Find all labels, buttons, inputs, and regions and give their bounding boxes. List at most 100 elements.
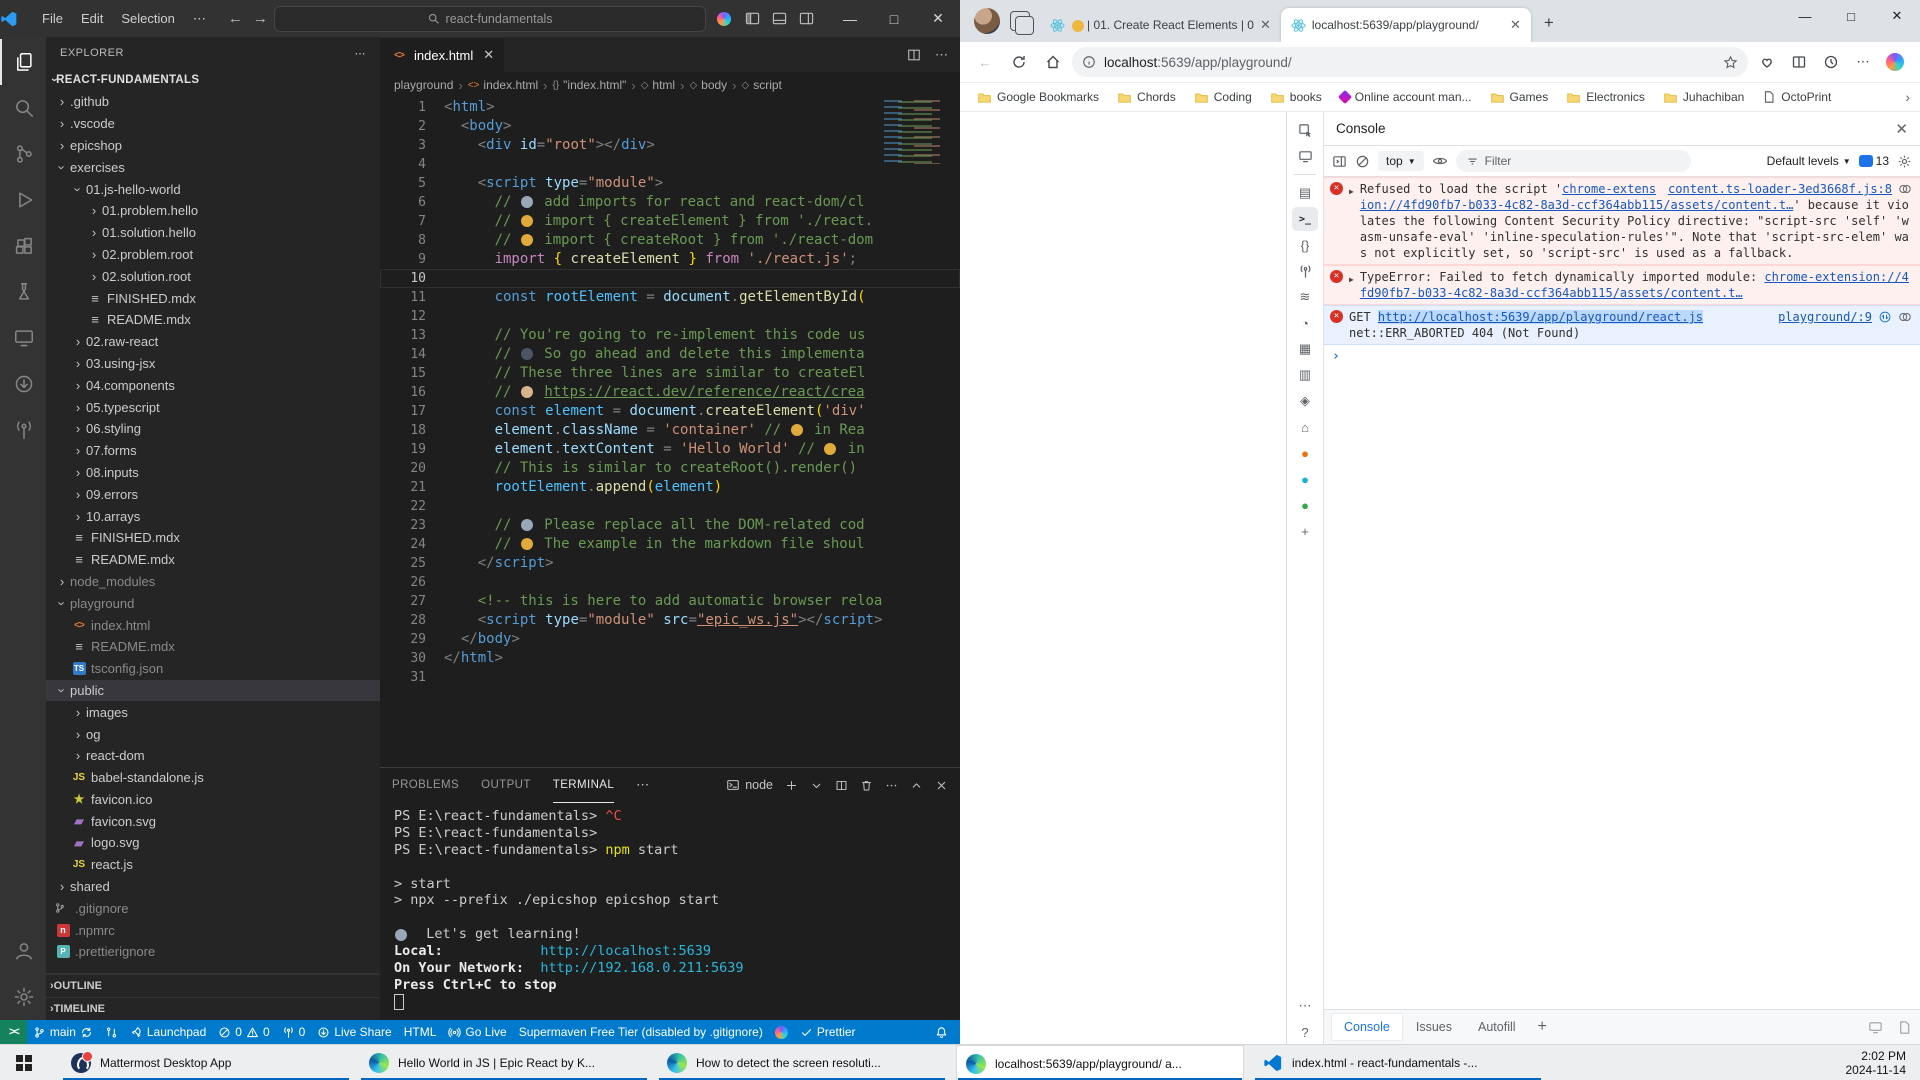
- bookmarks-overflow-icon[interactable]: ›: [1905, 89, 1910, 105]
- explorer-more-icon[interactable]: ⋯: [355, 47, 367, 60]
- tree-item-03.using-jsx[interactable]: 03.using-jsx: [46, 353, 380, 375]
- code-line-4[interactable]: 4: [380, 155, 960, 174]
- statusbar-gitlens-launchpad[interactable]: [99, 1020, 124, 1044]
- browser-back-icon[interactable]: ←: [970, 47, 1000, 77]
- panel-tab-output[interactable]: OUTPUT: [481, 768, 531, 803]
- console-settings-icon[interactable]: [1897, 154, 1912, 169]
- breadcrumb-item[interactable]: ◇script: [742, 78, 782, 92]
- tree-item-favicon.svg[interactable]: ▰favicon.svg: [46, 810, 380, 832]
- tree-item-02.solution.root[interactable]: 02.solution.root: [46, 265, 380, 287]
- log-levels-dropdown[interactable]: Default levels ▼: [1767, 154, 1851, 168]
- console-link[interactable]: http://localhost:5639/app/playground/rea…: [1378, 310, 1703, 324]
- address-bar[interactable]: localhost:5639/app/playground/: [1072, 47, 1748, 77]
- workspaces-icon[interactable]: [1010, 11, 1030, 31]
- terminal[interactable]: PS E:\react-fundamentals> ^CPS E:\react-…: [380, 802, 960, 1020]
- tree-item-images[interactable]: images: [46, 701, 380, 723]
- tree-item-06.styling[interactable]: 06.styling: [46, 418, 380, 440]
- copilot-icon[interactable]: [1880, 47, 1910, 77]
- code-editor[interactable]: 1<html>2 <body>3 <div id="root"></div>45…: [380, 98, 960, 767]
- statusbar-launchpad[interactable]: Launchpad: [124, 1020, 212, 1044]
- live-share-icon[interactable]: [0, 361, 46, 407]
- devtools-more-tools-icon[interactable]: ⋯: [1292, 994, 1318, 1018]
- browser-minimize-button[interactable]: —: [1782, 0, 1828, 32]
- expand-triangle-icon[interactable]: ▶: [1349, 184, 1354, 261]
- tree-item-.npmrc[interactable]: n.npmrc: [46, 919, 380, 941]
- code-line-30[interactable]: 30</html>: [380, 649, 960, 668]
- toggle-panel-icon[interactable]: [772, 11, 787, 26]
- terminal-dropdown-icon[interactable]: [810, 779, 823, 792]
- request-info-icon[interactable]: [1878, 310, 1892, 324]
- tree-item-01.problem.hello[interactable]: 01.problem.hello: [46, 200, 380, 222]
- section-timeline[interactable]: TIMELINE: [46, 997, 380, 1020]
- tree-item-07.forms[interactable]: 07.forms: [46, 440, 380, 462]
- menu-selection[interactable]: Selection: [113, 7, 182, 31]
- bookmark-octoprint[interactable]: OctoPrint: [1755, 87, 1838, 107]
- close-tab-icon[interactable]: ✕: [1510, 17, 1521, 33]
- code-line-13[interactable]: 13 // You're going to re-implement this …: [380, 326, 960, 345]
- code-line-6[interactable]: 6 // 🐨 add imports for react and react-d…: [380, 193, 960, 212]
- statusbar-ports[interactable]: 0: [276, 1020, 312, 1044]
- devtools-help-icon[interactable]: ?: [1292, 1020, 1318, 1044]
- source-link[interactable]: playground/:9: [1778, 309, 1872, 325]
- tree-item-favicon.ico[interactable]: ★favicon.ico: [46, 789, 380, 811]
- code-line-2[interactable]: 2 <body>: [380, 117, 960, 136]
- profile-avatar[interactable]: [974, 8, 1000, 34]
- vscode-close-button[interactable]: ✕: [916, 0, 960, 37]
- tree-item-01.js-hello-world[interactable]: 01.js-hello-world: [46, 178, 380, 200]
- tree-item-tsconfig.json[interactable]: TStsconfig.json: [46, 658, 380, 680]
- close-tab-icon[interactable]: ✕: [483, 47, 494, 63]
- tree-item-02.problem.root[interactable]: 02.problem.root: [46, 244, 380, 266]
- statusbar-language-mode[interactable]: HTML: [398, 1020, 443, 1044]
- explain-ai-icon[interactable]: [1898, 182, 1912, 196]
- toggle-sidebar-icon[interactable]: [745, 11, 760, 26]
- menu-edit[interactable]: Edit: [73, 7, 111, 31]
- devtools-console-icon[interactable]: >_: [1292, 207, 1318, 231]
- code-line-23[interactable]: 23 // 🐨 Please replace all the DOM-relat…: [380, 516, 960, 535]
- explorer-icon[interactable]: [0, 39, 46, 85]
- bookmark-chords[interactable]: Chords: [1110, 87, 1183, 108]
- split-editor-icon[interactable]: [907, 48, 921, 62]
- source-control-icon[interactable]: [0, 131, 46, 177]
- devtools-add-panel-icon[interactable]: +: [1292, 519, 1318, 543]
- search-icon[interactable]: [0, 85, 46, 131]
- code-line-21[interactable]: 21 rootElement.append(element): [380, 478, 960, 497]
- section-outline[interactable]: OUTLINE: [46, 974, 380, 997]
- bookmark-online-account-man-[interactable]: Online account man...: [1333, 87, 1479, 107]
- live-expression-icon[interactable]: [1432, 153, 1448, 169]
- browser-home-icon[interactable]: [1038, 47, 1068, 77]
- explorer-root-folder[interactable]: REACT-FUNDAMENTALS: [46, 69, 380, 91]
- devtools-application-icon[interactable]: ▥: [1292, 363, 1318, 387]
- context-selector[interactable]: top ▼: [1378, 151, 1424, 171]
- devtools-elements-icon[interactable]: ▤: [1292, 181, 1318, 205]
- start-button[interactable]: [0, 1045, 48, 1080]
- console-filter-input[interactable]: Filter: [1456, 150, 1691, 172]
- code-line-14[interactable]: 14 // 💣 So go ahead and delete this impl…: [380, 345, 960, 364]
- toggle-secondary-sidebar-icon[interactable]: [799, 11, 814, 26]
- tree-item-playground[interactable]: playground: [46, 592, 380, 614]
- tab-index-html[interactable]: <> index.html ✕: [380, 37, 505, 72]
- new-terminal-icon[interactable]: [785, 779, 798, 792]
- devtools-security-icon[interactable]: ◈: [1292, 389, 1318, 413]
- breadcrumb-item[interactable]: <>index.html: [468, 78, 538, 92]
- breadcrumb-item[interactable]: playground: [394, 78, 453, 92]
- tree-item-FINISHED.mdx[interactable]: ≡FINISHED.mdx: [46, 287, 380, 309]
- rendering-icon[interactable]: [1868, 1020, 1883, 1035]
- tree-item-babel-standalone.js[interactable]: JSbabel-standalone.js: [46, 767, 380, 789]
- tree-item-react-dom[interactable]: react-dom: [46, 745, 380, 767]
- remote-explorer-icon[interactable]: [0, 315, 46, 361]
- terminal-shell-label[interactable]: node: [726, 778, 773, 792]
- drawer-tab-autofill[interactable]: Autofill: [1466, 1014, 1528, 1040]
- tree-item-og[interactable]: og: [46, 723, 380, 745]
- explain-ai-icon[interactable]: [1898, 310, 1912, 324]
- taskbar-app-edge-screen-resolution[interactable]: How to detect the screen resoluti...: [658, 1045, 946, 1080]
- close-tab-icon[interactable]: ✕: [1260, 17, 1271, 33]
- bookmark-books[interactable]: books: [1263, 87, 1329, 108]
- console-empty-area[interactable]: [1324, 368, 1920, 1009]
- add-drawer-tab-icon[interactable]: +: [1530, 1018, 1555, 1036]
- statusbar-prettier[interactable]: Prettier: [794, 1020, 862, 1044]
- browser-maximize-button[interactable]: □: [1828, 0, 1874, 32]
- bookmark-juhachiban[interactable]: Juhachiban: [1656, 87, 1751, 108]
- browser-essentials-icon[interactable]: [1752, 47, 1782, 77]
- breadcrumb-item[interactable]: {}"index.html": [552, 78, 626, 92]
- browser-tab-1[interactable]: 👆| 01. Create React Elements | 0✕: [1040, 8, 1281, 42]
